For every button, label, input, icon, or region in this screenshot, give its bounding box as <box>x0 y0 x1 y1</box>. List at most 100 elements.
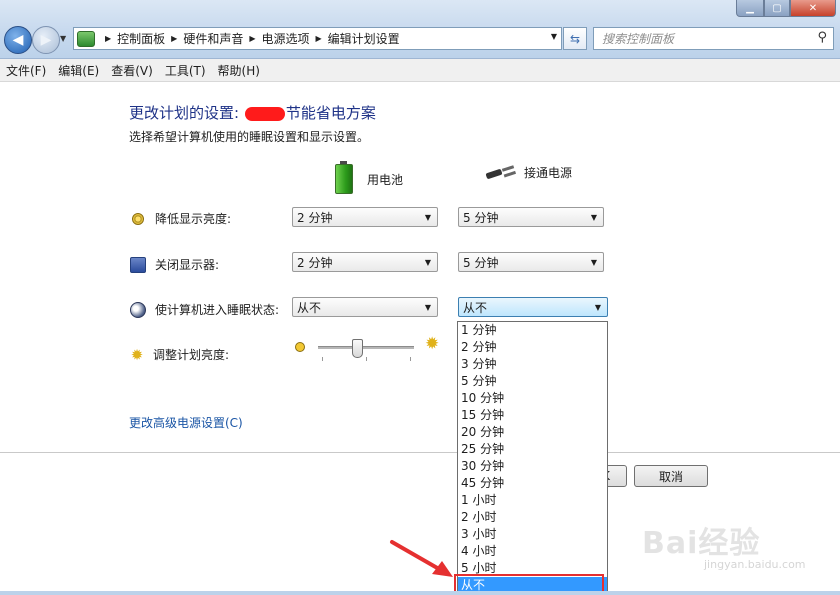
sleep-icon <box>130 301 146 318</box>
chevron-right-icon[interactable]: ▶ <box>171 34 177 43</box>
window-chrome: ▁ ▢ ✕ ◀ ▶ ▼ ▶ 控制面板 ▶ 硬件和声音 ▶ 电源选项 ▶ 编辑计划… <box>0 0 840 59</box>
select-value: 从不 <box>297 300 322 315</box>
slider-tick <box>366 357 367 361</box>
column-label-battery: 用电池 <box>367 172 404 187</box>
dropdown-option[interactable]: 25 分钟 <box>458 441 607 458</box>
dropdown-option[interactable]: 2 分钟 <box>458 339 607 356</box>
select-value: 5 分钟 <box>463 255 499 270</box>
dropdown-option[interactable]: 1 分钟 <box>458 322 607 339</box>
sleep-plugged-select[interactable]: 从不 ▼ <box>458 297 608 317</box>
watermark: Bai经验 jingyan.baidu.com <box>642 518 806 571</box>
brightness-sun-icon: ✹ <box>130 345 144 364</box>
dropdown-option[interactable]: 5 分钟 <box>458 373 607 390</box>
menu-bar: 文件(F) 编辑(E) 查看(V) 工具(T) 帮助(H) <box>0 59 840 82</box>
column-label-plugged: 接通电源 <box>524 166 573 180</box>
search-icon[interactable]: ⚲ <box>817 30 827 45</box>
turn-off-display-plugged-select[interactable]: 5 分钟 ▼ <box>458 252 604 272</box>
address-dropdown-icon[interactable]: ▼ <box>551 32 557 41</box>
window-bottom-border <box>0 591 840 595</box>
battery-icon <box>335 161 353 194</box>
back-button[interactable]: ◀ <box>4 26 32 54</box>
dim-display-battery-select[interactable]: 2 分钟 ▼ <box>292 207 438 227</box>
caption-buttons: ▁ ▢ ✕ <box>736 0 836 17</box>
dim-display-label: 降低显示亮度: <box>130 210 231 227</box>
chevron-right-icon[interactable]: ▶ <box>249 34 255 43</box>
page-title-suffix: 节能省电方案 <box>285 104 376 122</box>
slider-tick <box>322 357 323 361</box>
breadcrumb-control-panel[interactable]: 控制面板 <box>117 30 165 47</box>
select-value: 2 分钟 <box>297 210 333 225</box>
sleep-text: 使计算机进入睡眠状态: <box>155 303 280 317</box>
brightness-label: ✹ 调整计划亮度: <box>130 346 229 363</box>
page-title-prefix: 更改计划的设置: <box>129 104 244 122</box>
select-value: 从不 <box>463 300 488 315</box>
chevron-down-icon: ▼ <box>590 212 598 222</box>
refresh-button[interactable]: ⇆ <box>563 27 587 50</box>
watermark-text: Bai经验 <box>642 526 761 561</box>
turn-off-display-label: 关闭显示器: <box>130 256 219 273</box>
sleep-label: 使计算机进入睡眠状态: <box>130 301 279 318</box>
search-box: ⚲ <box>593 27 834 50</box>
sleep-plugged-dropdown-list: 1 分钟 2 分钟 3 分钟 5 分钟 10 分钟 15 分钟 20 分钟 25 分钟 30 分… <box>457 321 608 595</box>
brightness-high-icon: ✹ <box>425 334 440 354</box>
dim-display-text: 降低显示亮度: <box>155 212 232 226</box>
close-button[interactable]: ✕ <box>790 0 836 17</box>
chevron-down-icon: ▼ <box>424 257 432 267</box>
dropdown-option[interactable]: 2 小时 <box>458 509 607 526</box>
recent-pages-dropdown[interactable]: ▼ <box>60 34 66 43</box>
cancel-button[interactable]: 取消 <box>634 465 708 487</box>
watermark-url: jingyan.baidu.com <box>704 558 806 571</box>
dim-icon <box>132 212 144 225</box>
brightness-slider-track[interactable] <box>318 346 414 349</box>
forward-button[interactable]: ▶ <box>32 26 60 54</box>
power-plug-icon <box>486 165 516 181</box>
minimize-button[interactable]: ▁ <box>736 0 764 17</box>
dropdown-option[interactable]: 10 分钟 <box>458 390 607 407</box>
refresh-icon: ⇆ <box>569 31 581 46</box>
menu-view[interactable]: 查看(V) <box>105 62 159 79</box>
maximize-button[interactable]: ▢ <box>764 0 790 17</box>
dropdown-option[interactable]: 4 小时 <box>458 543 607 560</box>
chevron-right-icon[interactable]: ▶ <box>316 34 322 43</box>
sleep-battery-select[interactable]: 从不 ▼ <box>292 297 438 317</box>
page-subtitle: 选择希望计算机使用的睡眠设置和显示设置。 <box>129 130 370 144</box>
arrow-right-icon: ▶ <box>40 32 52 48</box>
column-header-plugged: 接通电源 <box>486 164 572 181</box>
brightness-slider-thumb[interactable] <box>352 339 364 358</box>
dropdown-option[interactable]: 3 分钟 <box>458 356 607 373</box>
chevron-down-icon: ▼ <box>424 212 432 222</box>
select-value: 5 分钟 <box>463 210 499 225</box>
menu-tools[interactable]: 工具(T) <box>159 62 212 79</box>
dim-display-plugged-select[interactable]: 5 分钟 ▼ <box>458 207 604 227</box>
chevron-down-icon: ▼ <box>424 302 432 312</box>
breadcrumb-hardware-sound[interactable]: 硬件和声音 <box>183 30 243 47</box>
dropdown-option[interactable]: 1 小时 <box>458 492 607 509</box>
control-panel-window: ▁ ▢ ✕ ◀ ▶ ▼ ▶ 控制面板 ▶ 硬件和声音 ▶ 电源选项 ▶ 编辑计划… <box>0 0 840 595</box>
select-value: 2 分钟 <box>297 255 333 270</box>
arrow-left-icon: ◀ <box>12 32 24 48</box>
dropdown-option[interactable]: 3 小时 <box>458 526 607 543</box>
breadcrumb-power-options[interactable]: 电源选项 <box>262 30 310 47</box>
dropdown-option[interactable]: 45 分钟 <box>458 475 607 492</box>
menu-edit[interactable]: 编辑(E) <box>52 62 105 79</box>
control-panel-icon <box>77 30 95 47</box>
address-bar[interactable]: ▶ 控制面板 ▶ 硬件和声音 ▶ 电源选项 ▶ 编辑计划设置 ▼ <box>73 27 562 50</box>
page-title: 更改计划的设置: 节能省电方案 <box>129 102 376 123</box>
chevron-right-icon[interactable]: ▶ <box>105 34 111 43</box>
dropdown-option[interactable]: 20 分钟 <box>458 424 607 441</box>
dropdown-option[interactable]: 15 分钟 <box>458 407 607 424</box>
advanced-power-settings-link[interactable]: 更改高级电源设置(C) <box>129 414 243 431</box>
menu-file[interactable]: 文件(F) <box>0 62 52 79</box>
menu-help[interactable]: 帮助(H) <box>212 62 266 79</box>
brightness-low-icon <box>295 342 305 352</box>
annotation-arrow-icon <box>390 540 453 577</box>
breadcrumb-edit-plan[interactable]: 编辑计划设置 <box>328 30 400 47</box>
chevron-down-icon: ▼ <box>590 257 598 267</box>
dropdown-option[interactable]: 30 分钟 <box>458 458 607 475</box>
turn-off-display-battery-select[interactable]: 2 分钟 ▼ <box>292 252 438 272</box>
slider-tick <box>410 357 411 361</box>
chevron-down-icon: ▼ <box>594 302 602 312</box>
search-input[interactable] <box>600 30 814 47</box>
redaction-mark <box>244 106 285 121</box>
brightness-text: 调整计划亮度: <box>153 348 230 362</box>
